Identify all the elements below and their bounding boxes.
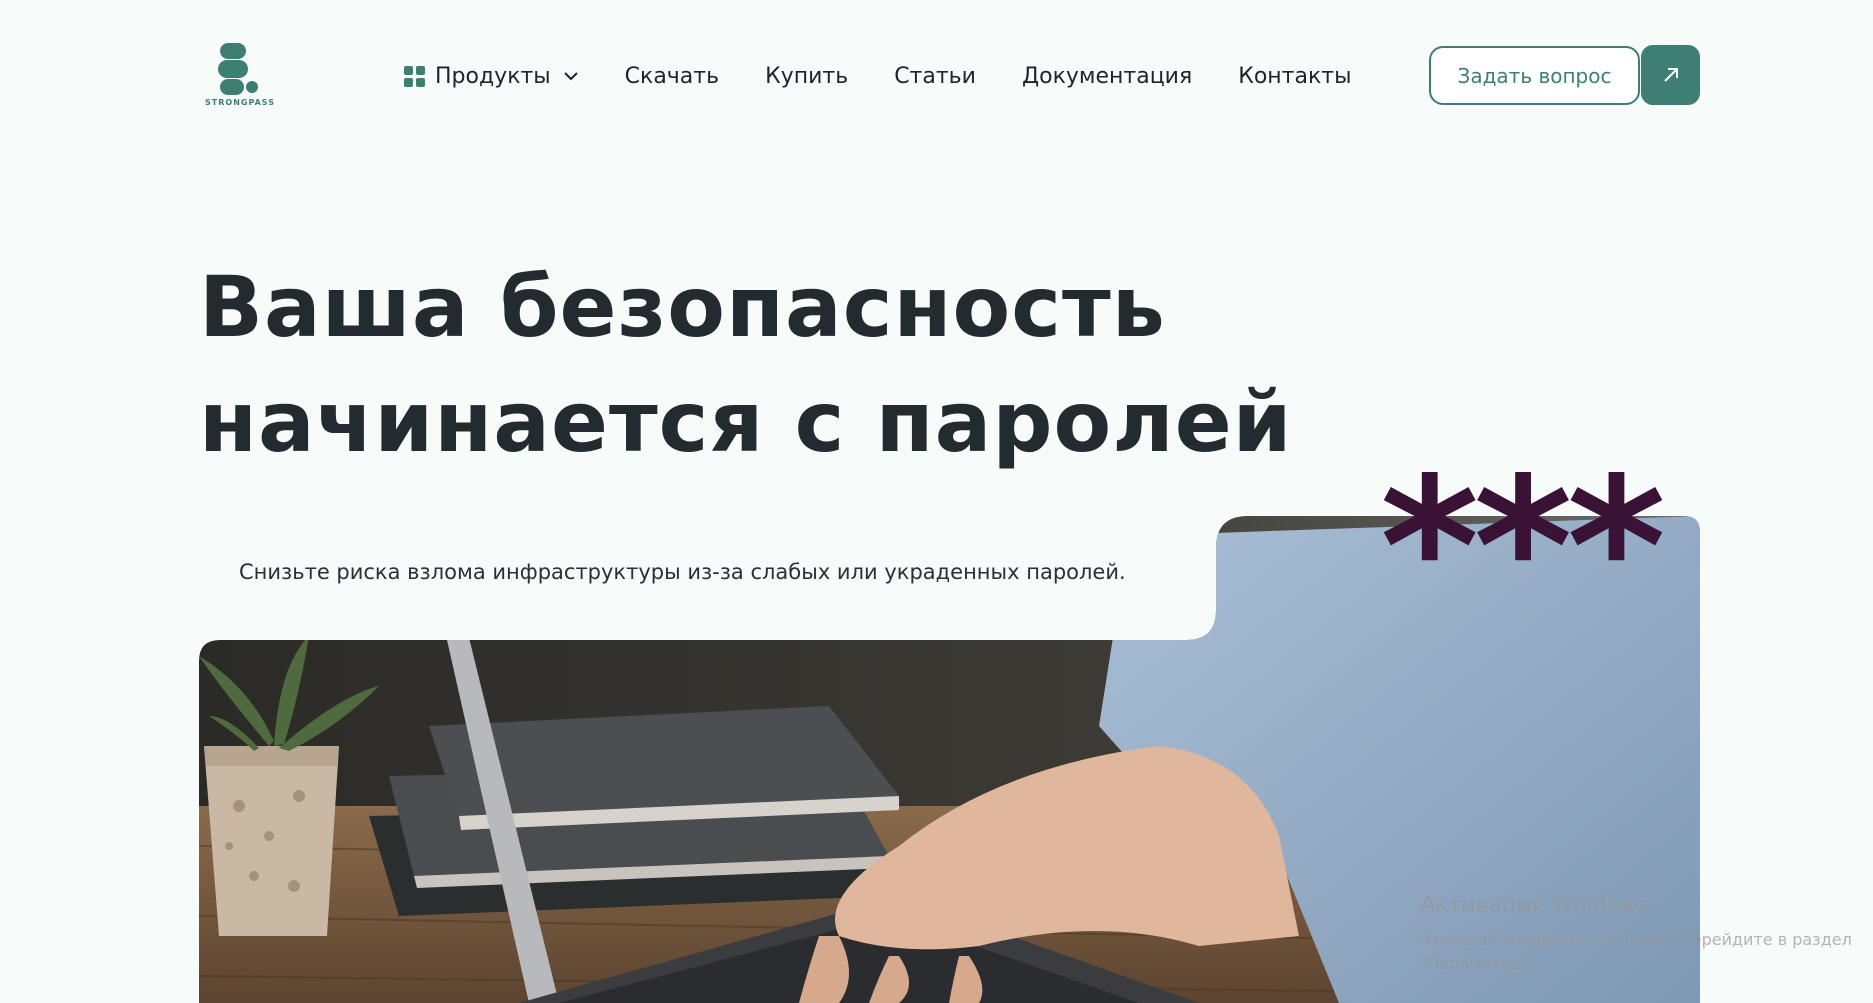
hero-title-line1: Ваша безопасность (199, 258, 1166, 356)
nav-buy[interactable]: Купить (765, 64, 848, 89)
arrow-up-right-icon (1663, 68, 1678, 82)
logo-text: STRONGPASS (205, 98, 275, 107)
hero-subtitle: Снизьте риска взлома инфраструктуры из-з… (239, 560, 1126, 584)
logo-mark-part (246, 81, 258, 93)
ask-question-button[interactable]: Задать вопрос (1429, 46, 1640, 105)
nav-articles[interactable]: Статьи (894, 64, 976, 89)
page: STRONGPASS Продукты Скачать Купить Стать… (0, 0, 1873, 1003)
logo-mark-part (218, 60, 248, 78)
chevron-down-icon (563, 72, 578, 81)
nav-download[interactable]: Скачать (625, 64, 719, 89)
main-nav: Продукты Скачать Купить Статьи Документа… (404, 60, 1397, 92)
password-stars: *** (1380, 437, 1666, 658)
windows-activation-watermark: Активация Windows Чтобы активировать Win… (1420, 893, 1860, 976)
nav-contacts[interactable]: Контакты (1238, 64, 1351, 89)
logo[interactable]: STRONGPASS (204, 43, 276, 109)
nav-products[interactable]: Продукты (404, 64, 579, 89)
logo-mark-part (220, 43, 246, 59)
nav-products-label: Продукты (435, 63, 551, 89)
logo-mark-part (220, 79, 244, 95)
watermark-text: Чтобы активировать Windows, перейдите в … (1420, 930, 1852, 973)
arrow-up-right-button[interactable] (1641, 45, 1700, 105)
grid-icon (404, 65, 425, 87)
hero-title-line2: начинается с паролей (199, 373, 1293, 471)
nav-docs[interactable]: Документация (1022, 64, 1192, 89)
watermark-title: Активация Windows (1420, 893, 1650, 918)
hero-title: Ваша безопасность начинается с паролей (199, 250, 1299, 480)
